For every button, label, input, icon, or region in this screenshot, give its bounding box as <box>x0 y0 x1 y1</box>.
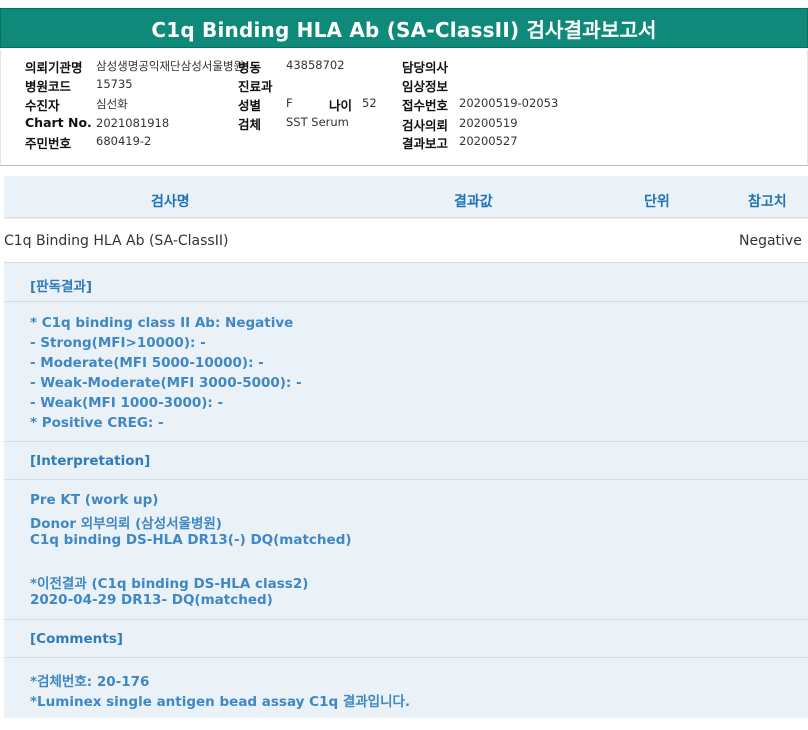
interpretation-body-section: Pre KT (work up) Donor 외부의뢰 (삼성서울병원) C1q… <box>4 480 808 620</box>
rrn-value: 680419-2 <box>96 134 152 148</box>
header-unit: 단위 <box>644 194 670 210</box>
specimen-value: SST Serum <box>286 115 349 129</box>
ward-label: 병동 <box>238 60 262 75</box>
comments-title: [Comments] <box>30 631 123 647</box>
hospital-code-label: 병원코드 <box>25 79 72 94</box>
chart-no-label: Chart No. <box>25 115 92 130</box>
interpretation-line: C1q binding DS-HLA DR13(-) DQ(matched) <box>30 532 352 548</box>
interpretation-line: *이전결과 (C1q binding DS-HLA class2) <box>30 576 309 592</box>
sex-label: 성별 <box>238 98 262 113</box>
reception-label: 접수번호 <box>402 98 449 113</box>
age-value: 52 <box>362 96 377 110</box>
row-test-name: C1q Binding HLA Ab (SA-ClassII) <box>4 233 229 249</box>
recipient-value: 심선화 <box>96 97 128 111</box>
comments-line: *검체번호: 20-176 <box>30 674 150 690</box>
age-label: 나이 <box>329 98 353 113</box>
specimen-label: 검체 <box>238 117 262 132</box>
judgement-line: - Moderate(MFI 5000-10000): - <box>30 355 264 371</box>
request-label: 검사의뢰 <box>402 118 449 133</box>
judgement-line: * C1q binding class II Ab: Negative <box>30 315 294 331</box>
report-label: 결과보고 <box>402 136 449 151</box>
row-reference: Negative <box>739 233 802 249</box>
dept-label: 진료과 <box>238 79 273 94</box>
report-value: 20200527 <box>459 134 518 148</box>
ward-value: 43858702 <box>286 58 345 72</box>
request-value: 20200519 <box>459 116 518 130</box>
comments-body-section: *검체번호: 20-176 *Luminex single antigen be… <box>4 658 808 718</box>
interpretation-title: [Interpretation] <box>30 453 151 469</box>
recipient-label: 수진자 <box>25 98 60 113</box>
judgement-line: * Positive CREG: - <box>30 415 164 431</box>
header-result: 결과값 <box>454 194 493 210</box>
comments-line: *Luminex single antigen bead assay C1q 결… <box>30 694 411 710</box>
rrn-label: 주민번호 <box>25 136 72 151</box>
hospital-code-value: 15735 <box>96 77 133 91</box>
chart-no-value: 2021081918 <box>96 116 170 130</box>
interpretation-line: Pre KT (work up) <box>30 492 159 508</box>
reception-value: 20200519-02053 <box>459 96 559 110</box>
report-title: C1q Binding HLA Ab (SA-ClassII) 검사결과보고서 <box>0 8 808 48</box>
patient-info-block: 의뢰기관명 삼성생명공익재단삼성서울병원 병동 43858702 담당의사 병원… <box>0 50 808 166</box>
judgement-line: - Strong(MFI>10000): - <box>30 335 206 351</box>
judgement-title: [판독결과] <box>30 279 93 295</box>
table-header: 검사명 결과값 단위 참고치 <box>4 180 808 218</box>
interpretation-title-section: [Interpretation] <box>4 442 808 480</box>
header-test-name: 검사명 <box>151 194 190 210</box>
interpretation-line: 2020-04-29 DR13- DQ(matched) <box>30 592 273 608</box>
doctor-label: 담당의사 <box>402 60 449 75</box>
interpretation-line: Donor 외부의뢰 (삼성서울병원) <box>30 516 222 532</box>
institution-label: 의뢰기관명 <box>25 60 83 75</box>
institution-value: 삼성생명공익재단삼성서울병원 <box>96 59 245 73</box>
table-row: C1q Binding HLA Ab (SA-ClassII) Negative <box>4 219 808 263</box>
judgement-title-section: [판독결과] <box>4 264 808 302</box>
judgement-line: - Weak-Moderate(MFI 3000-5000): - <box>30 375 302 391</box>
judgement-body-section: * C1q binding class II Ab: Negative - St… <box>4 302 808 442</box>
comments-title-section: [Comments] <box>4 620 808 658</box>
judgement-line: - Weak(MFI 1000-3000): - <box>30 395 224 411</box>
clinical-info-label: 임상정보 <box>402 79 449 94</box>
result-panel: 검사명 결과값 단위 참고치 C1q Binding HLA Ab (SA-Cl… <box>4 176 808 718</box>
sex-value: F <box>286 96 293 110</box>
header-reference: 참고치 <box>748 194 787 210</box>
